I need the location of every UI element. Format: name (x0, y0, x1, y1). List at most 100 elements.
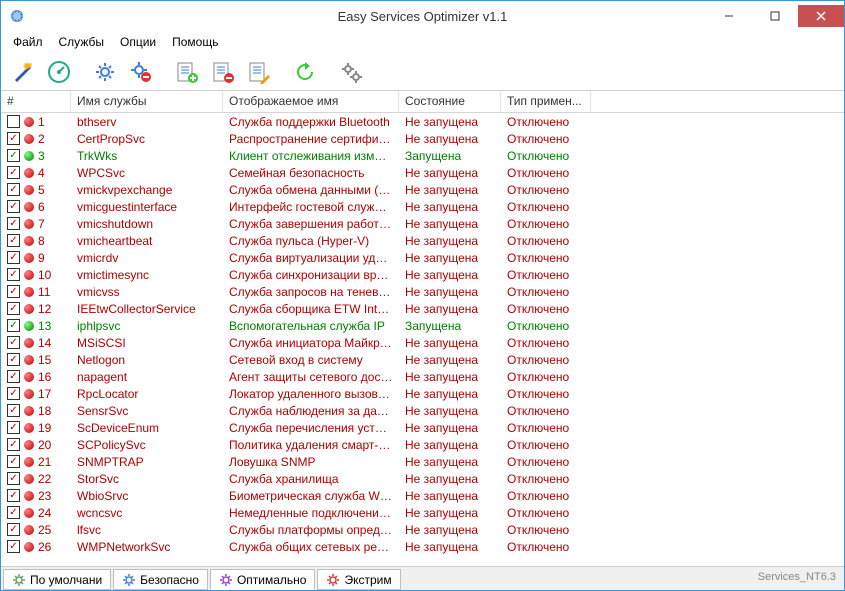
service-startup: Отключено (501, 132, 591, 146)
menu-help[interactable]: Помощь (164, 33, 226, 51)
col-header-state[interactable]: Состояние (399, 91, 501, 112)
service-startup: Отключено (501, 302, 591, 316)
menu-services[interactable]: Службы (51, 33, 112, 51)
service-startup: Отключено (501, 234, 591, 248)
service-display-name: Локатор удаленного вызова ... (223, 387, 399, 401)
checkbox[interactable]: ✓ (7, 387, 20, 400)
toolbar-gear-cancel-button[interactable] (125, 56, 157, 88)
table-row[interactable]: ✓18SensrSvcСлужба наблюдения за датч...Н… (1, 402, 844, 419)
service-name: vmicguestinterface (71, 200, 223, 214)
tab-optimal[interactable]: Оптимально (210, 569, 316, 590)
toolbar-list-add-button[interactable] (171, 56, 203, 88)
tab-extreme[interactable]: Экстрим (317, 569, 400, 590)
checkbox[interactable]: ✓ (7, 421, 20, 434)
table-row[interactable]: ✓25lfsvcСлужбы платформы определ...Не за… (1, 521, 844, 538)
service-name: SCPolicySvc (71, 438, 223, 452)
service-display-name: Служба сборщика ETW Intern... (223, 302, 399, 316)
table-row[interactable]: ✓11vmicvssСлужба запросов на теневое ...… (1, 283, 844, 300)
table-row[interactable]: ✓17RpcLocatorЛокатор удаленного вызова .… (1, 385, 844, 402)
close-button[interactable] (798, 5, 844, 27)
service-startup: Отключено (501, 438, 591, 452)
tab-default[interactable]: По умолчани (3, 569, 111, 590)
table-row[interactable]: 1bthservСлужба поддержки BluetoothНе зап… (1, 113, 844, 130)
service-state: Не запущена (399, 132, 501, 146)
table-row[interactable]: ✓3TrkWksКлиент отслеживания измени...Зап… (1, 147, 844, 164)
checkbox[interactable]: ✓ (7, 200, 20, 213)
checkbox[interactable]: ✓ (7, 166, 20, 179)
table-row[interactable]: ✓10vmictimesyncСлужба синхронизации врем… (1, 266, 844, 283)
checkbox[interactable]: ✓ (7, 302, 20, 315)
table-row[interactable]: ✓26WMPNetworkSvcСлужба общих сетевых рес… (1, 538, 844, 555)
checkbox[interactable]: ✓ (7, 234, 20, 247)
checkbox[interactable]: ✓ (7, 404, 20, 417)
table-row[interactable]: ✓9vmicrdvСлужба виртуализации удал...Не … (1, 249, 844, 266)
service-state: Не запущена (399, 540, 501, 554)
checkbox[interactable]: ✓ (7, 251, 20, 264)
checkbox[interactable]: ✓ (7, 336, 20, 349)
checkbox[interactable]: ✓ (7, 353, 20, 366)
table-row[interactable]: ✓6vmicguestinterfaceИнтерфейс гостевой с… (1, 198, 844, 215)
col-header-name[interactable]: Имя службы (71, 91, 223, 112)
tab-safe[interactable]: Безопасно (113, 569, 208, 590)
service-state: Не запущена (399, 353, 501, 367)
service-display-name: Семейная безопасность (223, 166, 399, 180)
table-row[interactable]: ✓19ScDeviceEnumСлужба перечисления устро… (1, 419, 844, 436)
toolbar-gears-button[interactable] (335, 56, 367, 88)
menu-file[interactable]: Файл (5, 33, 51, 51)
table-row[interactable]: ✓4WPCSvcСемейная безопасностьНе запущена… (1, 164, 844, 181)
maximize-button[interactable] (752, 5, 798, 27)
menu-options[interactable]: Опции (112, 33, 164, 51)
toolbar-gear-button[interactable] (89, 56, 121, 88)
toolbar-wand-button[interactable] (7, 56, 39, 88)
toolbar-speedometer-button[interactable] (43, 56, 75, 88)
toolbar-list-edit-button[interactable] (243, 56, 275, 88)
status-text: Services_NT6.3 (750, 567, 844, 590)
service-name: IEEtwCollectorService (71, 302, 223, 316)
checkbox[interactable]: ✓ (7, 217, 20, 230)
service-startup: Отключено (501, 523, 591, 537)
table-row[interactable]: ✓23WbioSrvcБиометрическая служба Wind...… (1, 487, 844, 504)
minimize-button[interactable] (706, 5, 752, 27)
checkbox[interactable]: ✓ (7, 183, 20, 196)
row-number-cell: ✓19 (1, 421, 71, 435)
toolbar-refresh-button[interactable] (289, 56, 321, 88)
table-row[interactable]: ✓15NetlogonСетевой вход в системуНе запу… (1, 351, 844, 368)
checkbox[interactable]: ✓ (7, 370, 20, 383)
checkbox[interactable]: ✓ (7, 455, 20, 468)
checkbox[interactable]: ✓ (7, 319, 20, 332)
col-header-startup[interactable]: Тип примен... (501, 91, 591, 112)
table-row[interactable]: ✓24wcncsvcНемедленные подключения ...Не … (1, 504, 844, 521)
checkbox[interactable]: ✓ (7, 438, 20, 451)
table-row[interactable]: ✓13iphlpsvcВспомогательная служба IPЗапу… (1, 317, 844, 334)
table-row[interactable]: ✓22StorSvcСлужба хранилищаНе запущенаОтк… (1, 470, 844, 487)
toolbar-list-remove-button[interactable] (207, 56, 239, 88)
table-row[interactable]: ✓12IEEtwCollectorServiceСлужба сборщика … (1, 300, 844, 317)
service-state: Не запущена (399, 370, 501, 384)
service-startup: Отключено (501, 183, 591, 197)
table-row[interactable]: ✓20SCPolicySvcПолитика удаления смарт-ка… (1, 436, 844, 453)
checkbox[interactable]: ✓ (7, 285, 20, 298)
service-state: Запущена (399, 319, 501, 333)
col-header-number[interactable]: # (1, 91, 71, 112)
service-state: Не запущена (399, 387, 501, 401)
table-row[interactable]: ✓16napagentАгент защиты сетевого дост...… (1, 368, 844, 385)
table-row[interactable]: ✓21SNMPTRAPЛовушка SNMPНе запущенаОтключ… (1, 453, 844, 470)
checkbox[interactable] (7, 115, 20, 128)
checkbox[interactable]: ✓ (7, 489, 20, 502)
checkbox[interactable]: ✓ (7, 506, 20, 519)
status-dot-icon (24, 321, 34, 331)
checkbox[interactable]: ✓ (7, 523, 20, 536)
checkbox[interactable]: ✓ (7, 268, 20, 281)
table-row[interactable]: ✓7vmicshutdownСлужба завершения работы .… (1, 215, 844, 232)
service-list[interactable]: 1bthservСлужба поддержки BluetoothНе зап… (1, 113, 844, 566)
checkbox[interactable]: ✓ (7, 149, 20, 162)
checkbox[interactable]: ✓ (7, 132, 20, 145)
service-name: RpcLocator (71, 387, 223, 401)
table-row[interactable]: ✓14MSiSCSIСлужба инициатора Майкрос...Не… (1, 334, 844, 351)
table-row[interactable]: ✓8vmicheartbeatСлужба пульса (Hyper-V)Не… (1, 232, 844, 249)
table-row[interactable]: ✓5vmickvpexchangeСлужба обмена данными (… (1, 181, 844, 198)
checkbox[interactable]: ✓ (7, 472, 20, 485)
checkbox[interactable]: ✓ (7, 540, 20, 553)
table-row[interactable]: ✓2CertPropSvcРаспространение сертификата… (1, 130, 844, 147)
col-header-display[interactable]: Отображаемое имя (223, 91, 399, 112)
